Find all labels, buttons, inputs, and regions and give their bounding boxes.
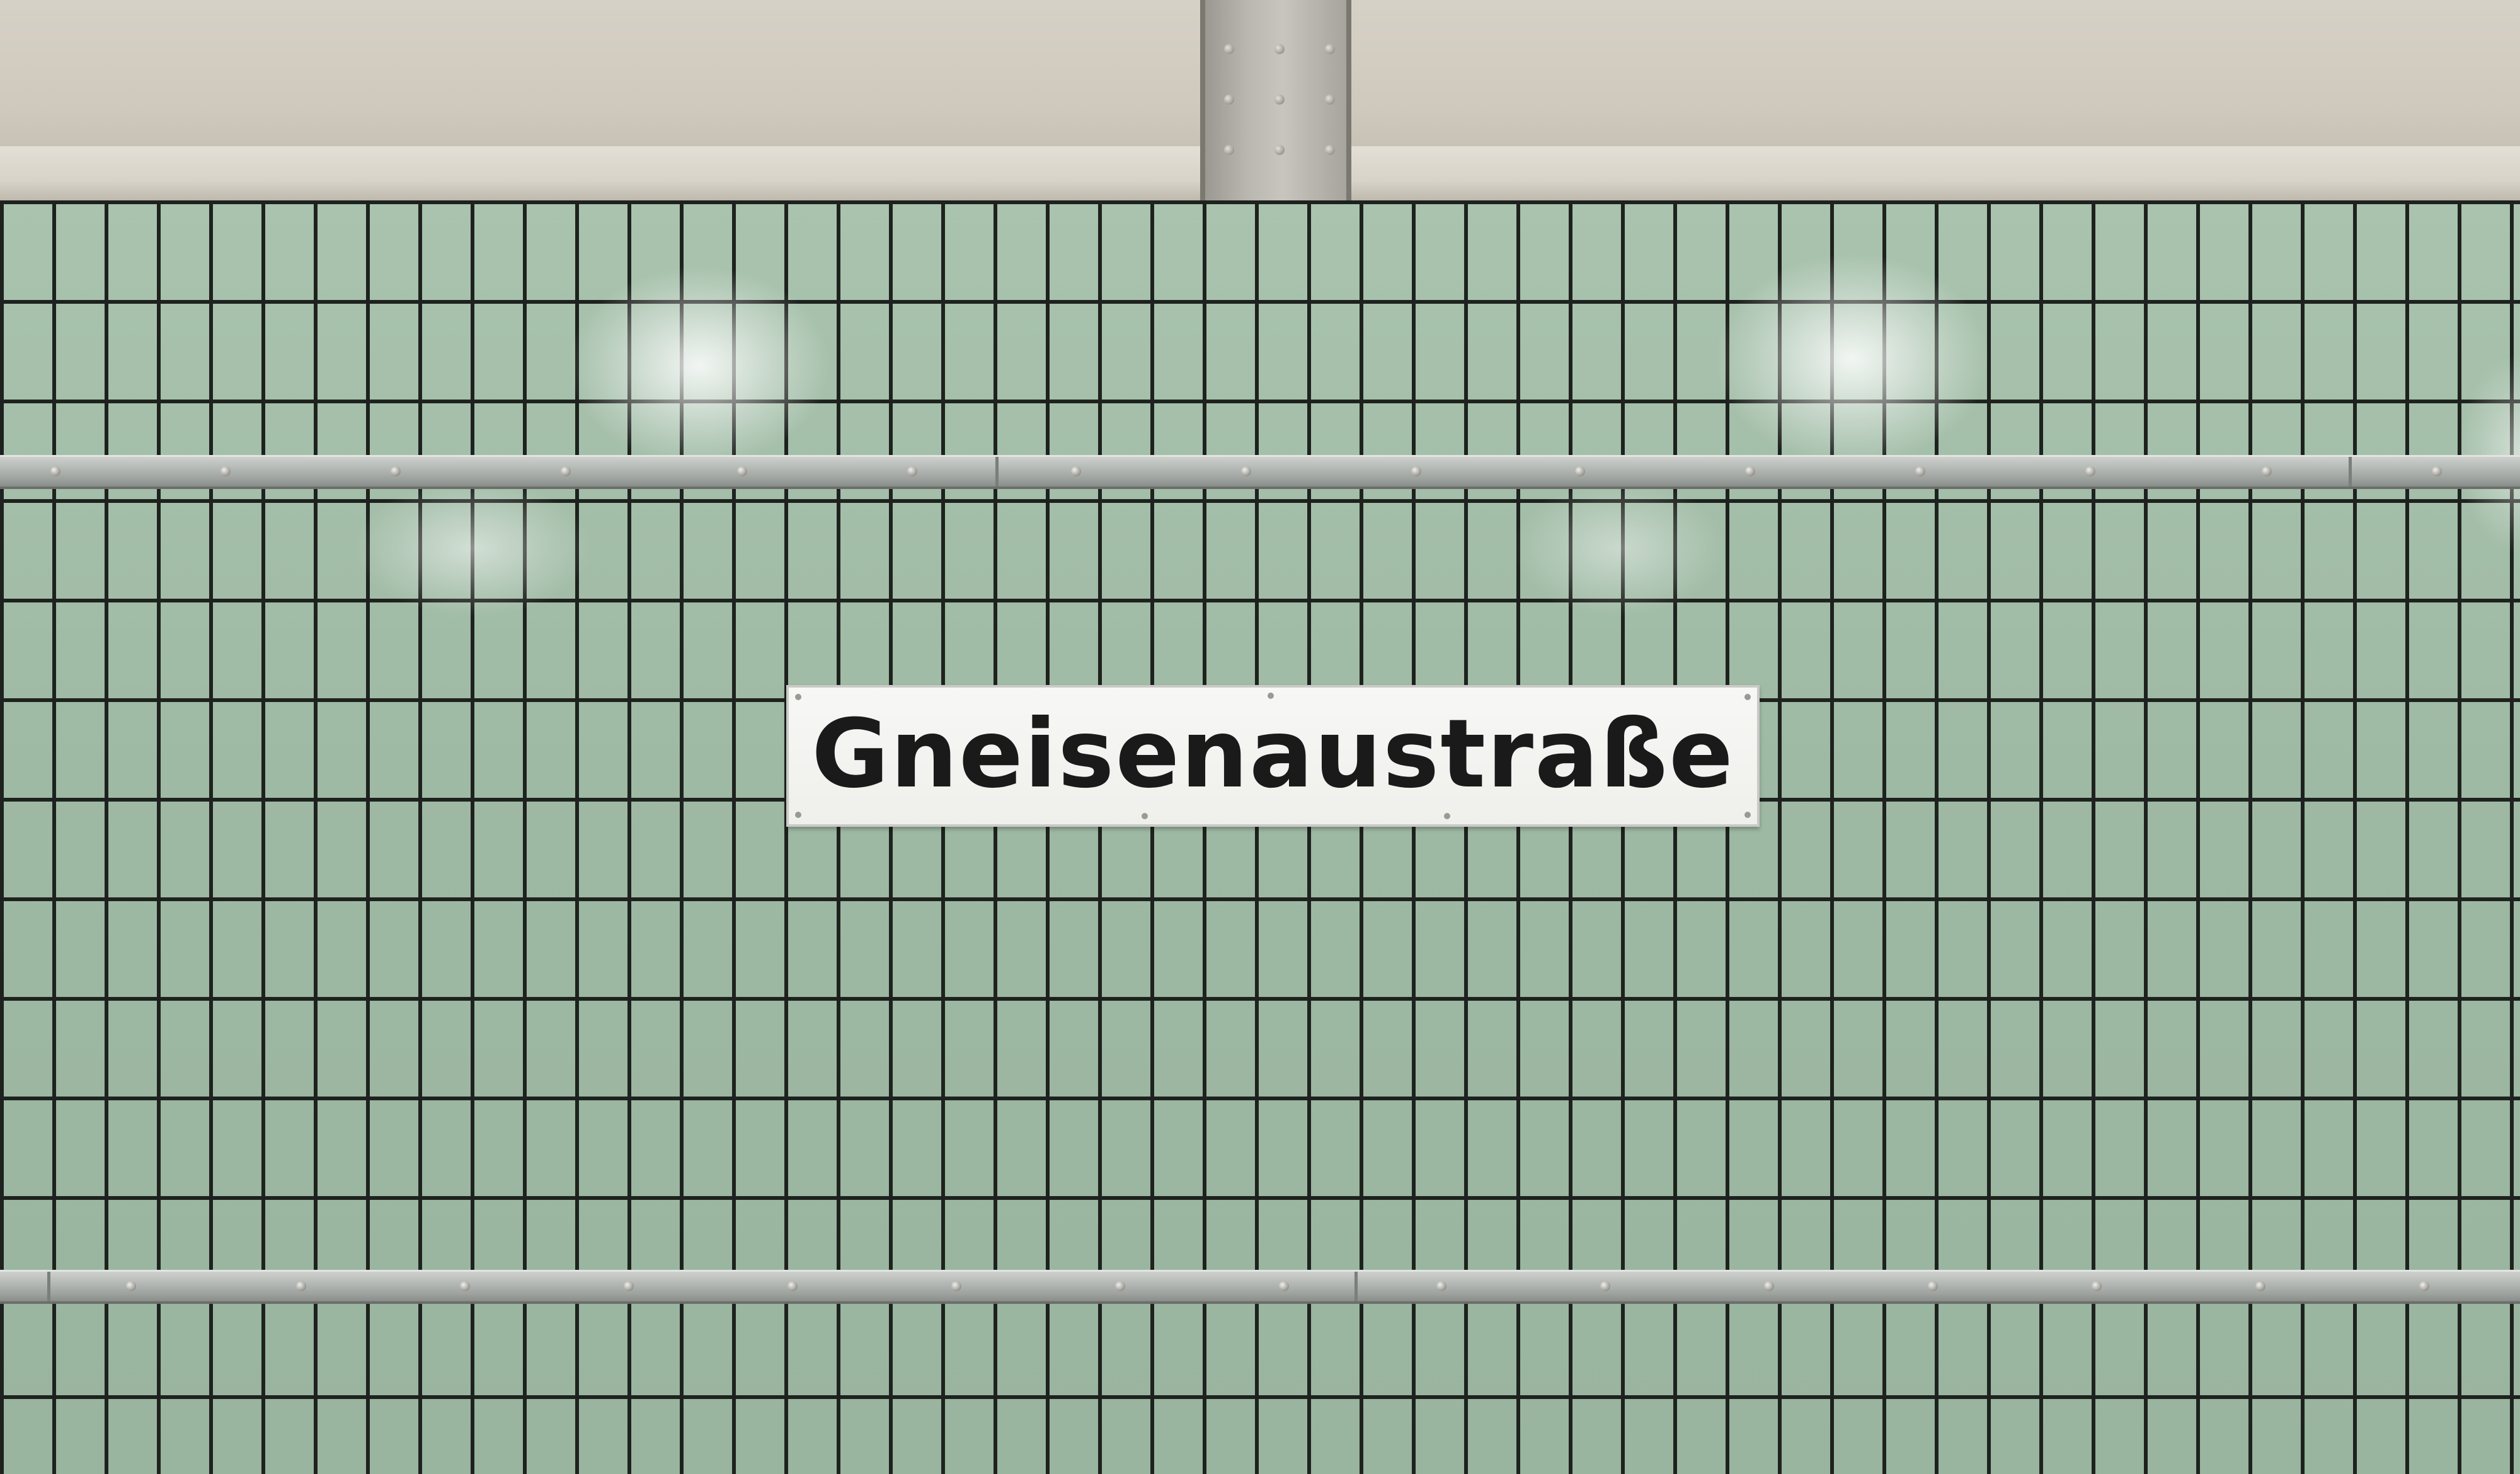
rail-rivet bbox=[220, 466, 231, 476]
sign-screw bbox=[1142, 813, 1148, 819]
rail-rivet bbox=[1071, 466, 1081, 476]
sign-screw bbox=[795, 812, 801, 818]
rail-rivet bbox=[1764, 1281, 1774, 1291]
rail-rivet bbox=[2419, 1281, 2429, 1291]
rail-rivet bbox=[951, 1281, 961, 1291]
rail-rivet bbox=[391, 466, 401, 476]
rail-rivet bbox=[2432, 466, 2442, 476]
lower-metal-rail bbox=[0, 1270, 2520, 1304]
rail-rivet bbox=[50, 466, 60, 476]
rail-rivet bbox=[1436, 1281, 1446, 1291]
sign-screw bbox=[1444, 813, 1450, 819]
beam-rivet bbox=[1274, 145, 1285, 155]
station-name-sign: Gneisenaustraße bbox=[786, 685, 1760, 827]
rail-rivet bbox=[1915, 466, 1925, 476]
rail-rivet bbox=[2262, 466, 2272, 476]
rail-rivet bbox=[296, 1281, 306, 1291]
sign-screw bbox=[1268, 693, 1274, 699]
rail-joint bbox=[2349, 457, 2352, 487]
rail-rivet bbox=[1600, 1281, 1610, 1291]
beam-rivet bbox=[1224, 95, 1234, 105]
rail-joint bbox=[1354, 1272, 1358, 1301]
upper-metal-rail bbox=[0, 455, 2520, 489]
rail-rivet bbox=[624, 1281, 634, 1291]
rail-rivet bbox=[1115, 1281, 1125, 1291]
beam-rivet bbox=[1224, 44, 1234, 54]
beam-rivet bbox=[1325, 44, 1335, 54]
beam-rivet bbox=[1274, 95, 1285, 105]
station-wall-scene: Gneisenaustraße bbox=[0, 0, 2520, 1474]
rail-rivet bbox=[2092, 1281, 2102, 1291]
rail-joint bbox=[47, 1272, 50, 1301]
rail-rivet bbox=[788, 1281, 798, 1291]
rail-rivet bbox=[1745, 466, 1755, 476]
rail-rivet bbox=[2085, 466, 2095, 476]
rail-rivet bbox=[1411, 466, 1421, 476]
beam-rivet bbox=[1224, 145, 1234, 155]
rail-rivet bbox=[460, 1281, 470, 1291]
sign-screw bbox=[795, 694, 801, 700]
sign-screw bbox=[1744, 694, 1751, 700]
rail-rivet bbox=[737, 466, 747, 476]
rail-rivet bbox=[2255, 1281, 2265, 1291]
rail-rivet bbox=[1575, 466, 1585, 476]
rail-joint bbox=[995, 457, 999, 487]
rail-rivet bbox=[1241, 466, 1251, 476]
rail-rivet bbox=[907, 466, 917, 476]
rail-rivet bbox=[1279, 1281, 1289, 1291]
beam-rivet bbox=[1274, 44, 1285, 54]
rail-rivet bbox=[126, 1281, 136, 1291]
station-name: Gneisenaustraße bbox=[811, 699, 1734, 809]
beam-rivet bbox=[1325, 145, 1335, 155]
beam-rivet bbox=[1325, 95, 1335, 105]
rail-rivet bbox=[1928, 1281, 1938, 1291]
sign-screw bbox=[1744, 812, 1751, 818]
rail-rivet bbox=[561, 466, 571, 476]
steel-beam bbox=[1200, 0, 1351, 208]
